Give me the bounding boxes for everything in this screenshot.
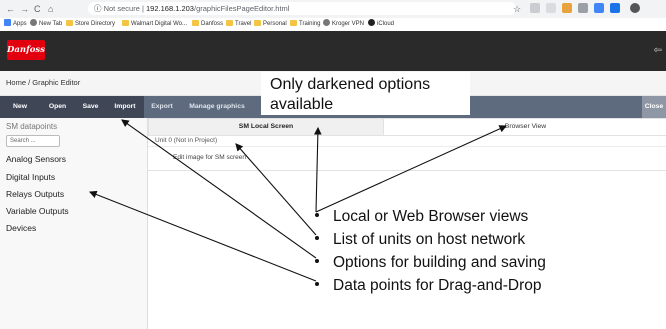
arrow-to-local-screen [313, 126, 322, 213]
arrow-to-unit-list [235, 143, 317, 236]
arrow-to-browser-view [315, 125, 508, 213]
annotation-arrows [88, 119, 508, 282]
arrow-to-datapoints [88, 190, 317, 282]
arrow-to-toolbar [121, 119, 317, 259]
